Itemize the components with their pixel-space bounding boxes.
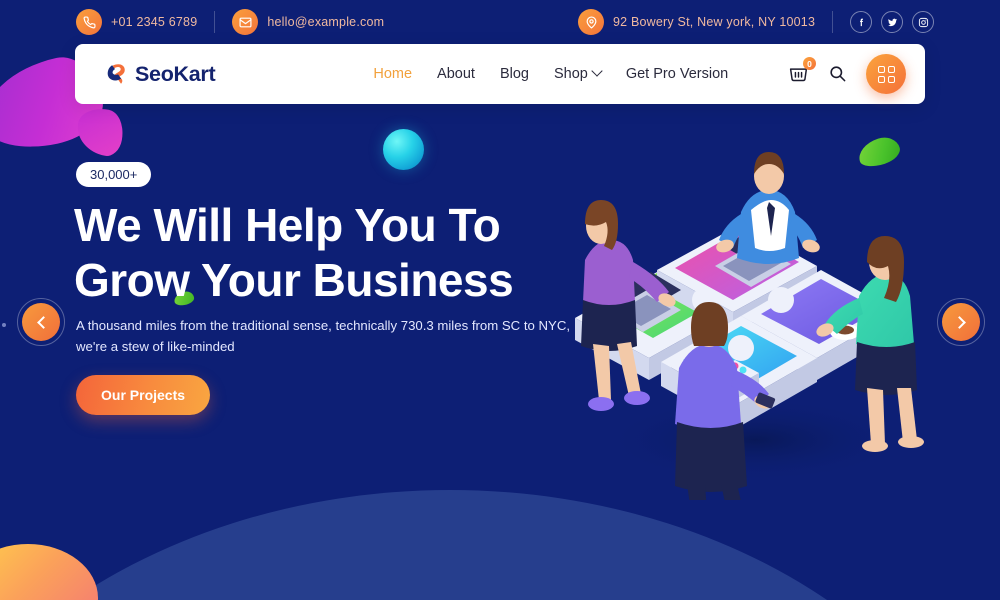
carousel-next-button[interactable] bbox=[937, 298, 985, 346]
seokart-logo-mark bbox=[102, 61, 128, 87]
hero-title-line-2: Grow Your Business bbox=[74, 254, 514, 306]
hero-title-line-1: We Will Help You To bbox=[74, 199, 501, 251]
main-navigation-bar: SeoKart Home About Blog Shop Get Pro Ver… bbox=[75, 44, 925, 104]
nav-item-get-pro-version[interactable]: Get Pro Version bbox=[626, 66, 728, 82]
search-button[interactable] bbox=[828, 64, 848, 84]
nav-item-home[interactable]: Home bbox=[373, 66, 412, 82]
hero-count-badge: 30,000+ bbox=[76, 162, 152, 187]
email-contact[interactable]: hello@example.com bbox=[232, 9, 384, 35]
envelope-icon bbox=[232, 9, 259, 35]
social-links bbox=[850, 11, 935, 33]
nav-item-about[interactable]: About bbox=[437, 66, 475, 82]
chevron-down-icon bbox=[591, 65, 603, 77]
nav-item-blog[interactable]: Blog bbox=[500, 66, 529, 82]
topbar-left-group: +01 2345 6789 hello@example.com bbox=[76, 0, 384, 44]
topbar-divider bbox=[214, 11, 216, 33]
address-contact[interactable]: 92 Bowery St, New york, NY 10013 bbox=[578, 9, 815, 35]
teal-sphere-decoration bbox=[383, 129, 424, 170]
nav-label-get-pro-version: Get Pro Version bbox=[625, 66, 729, 82]
shopping-cart-icon bbox=[788, 68, 809, 88]
search-icon bbox=[828, 66, 847, 87]
bottom-left-orb-decoration bbox=[0, 544, 98, 600]
our-projects-button[interactable]: Our Projects bbox=[76, 375, 211, 415]
hero-title: We Will Help You To Grow Your Business bbox=[74, 198, 594, 308]
nav-label-shop: Shop bbox=[553, 66, 588, 82]
dot-decoration bbox=[2, 323, 6, 327]
top-contact-bar: +01 2345 6789 hello@example.com 92 Bower… bbox=[0, 0, 1000, 44]
cart-count-badge: 0 bbox=[803, 57, 816, 70]
nav-item-shop[interactable]: Shop bbox=[553, 65, 603, 82]
phone-icon bbox=[76, 9, 102, 35]
nav-label-blog: Blog bbox=[499, 66, 529, 82]
nav-actions: 0 bbox=[788, 54, 906, 94]
location-pin-icon bbox=[578, 9, 604, 35]
twitter-icon[interactable] bbox=[881, 11, 904, 33]
nav-label-about: About bbox=[437, 66, 475, 82]
site-logo[interactable]: SeoKart bbox=[102, 61, 216, 87]
nav-label-home: Home bbox=[373, 66, 413, 82]
facebook-icon[interactable] bbox=[850, 11, 873, 33]
topbar-right-group: 92 Bowery St, New york, NY 10013 bbox=[578, 0, 935, 44]
isometric-teamwork-puzzle-illustration bbox=[545, 140, 945, 521]
page-root: +01 2345 6789 hello@example.com 92 Bower… bbox=[0, 0, 1000, 600]
email-address: hello@example.com bbox=[267, 15, 385, 29]
chevron-left-icon bbox=[36, 315, 50, 329]
cart-button[interactable]: 0 bbox=[788, 57, 816, 88]
instagram-icon[interactable] bbox=[912, 11, 935, 33]
logo-text: SeoKart bbox=[135, 61, 216, 86]
bottom-arc-decoration bbox=[0, 490, 1000, 600]
grid-menu-button[interactable] bbox=[866, 54, 906, 94]
grid-menu-icon bbox=[877, 65, 895, 83]
topbar-divider-2 bbox=[832, 11, 834, 33]
hero-description: A thousand miles from the traditional se… bbox=[76, 318, 571, 354]
street-address: 92 Bowery St, New york, NY 10013 bbox=[613, 15, 816, 29]
nav-menu: Home About Blog Shop Get Pro Version bbox=[373, 65, 728, 82]
carousel-prev-button[interactable] bbox=[17, 298, 65, 346]
phone-contact[interactable]: +01 2345 6789 bbox=[76, 9, 197, 35]
chevron-right-icon bbox=[952, 315, 966, 329]
phone-number: +01 2345 6789 bbox=[111, 15, 198, 29]
